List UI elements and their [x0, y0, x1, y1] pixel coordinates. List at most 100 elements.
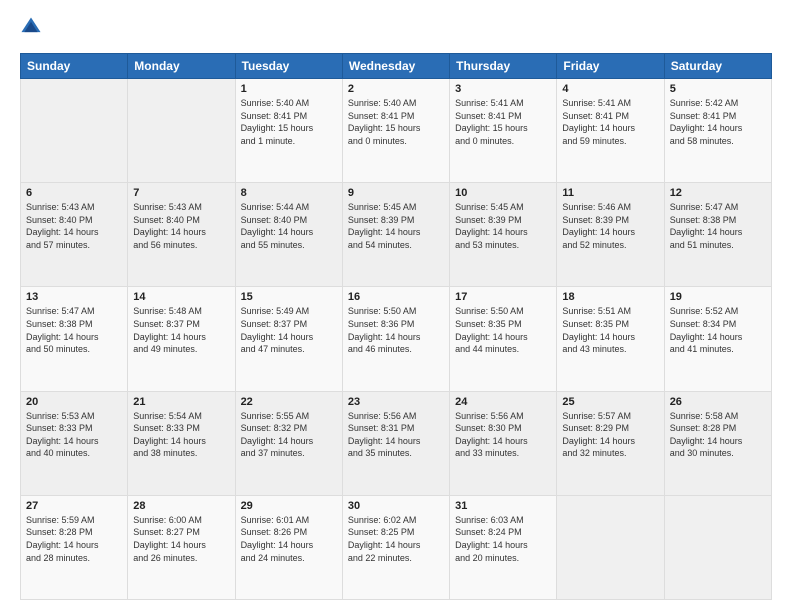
day-info: Sunrise: 5:50 AM Sunset: 8:36 PM Dayligh… — [348, 305, 444, 355]
day-info: Sunrise: 6:03 AM Sunset: 8:24 PM Dayligh… — [455, 514, 551, 564]
day-number: 11 — [562, 187, 658, 199]
day-number: 5 — [670, 83, 766, 95]
day-cell: 17 Sunrise: 5:50 AM Sunset: 8:35 PM Dayli… — [450, 287, 557, 391]
day-header-thursday: Thursday — [450, 54, 557, 79]
day-cell: 12Sunrise: 5:47 AM Sunset: 8:38 PM Dayli… — [664, 183, 771, 287]
day-cell: 6Sunrise: 5:43 AM Sunset: 8:40 PM Daylig… — [21, 183, 128, 287]
day-cell: 25 Sunrise: 5:57 AM Sunset: 8:29 PM Dayli… — [557, 391, 664, 495]
day-cell: 15 Sunrise: 5:49 AM Sunset: 8:37 PM Dayli… — [235, 287, 342, 391]
day-cell: 23 Sunrise: 5:56 AM Sunset: 8:31 PM Dayli… — [342, 391, 449, 495]
day-cell: 2 Sunrise: 5:40 AM Sunset: 8:41 PM Daylig… — [342, 79, 449, 183]
day-number: 26 — [670, 396, 766, 408]
day-number: 25 — [562, 396, 658, 408]
day-cell: 8 Sunrise: 5:44 AM Sunset: 8:40 PM Daylig… — [235, 183, 342, 287]
day-number: 13 — [26, 291, 122, 303]
day-info: Sunrise: 5:41 AM Sunset: 8:41 PM Dayligh… — [455, 97, 551, 147]
day-info: Sunrise: 5:56 AM Sunset: 8:30 PM Dayligh… — [455, 410, 551, 460]
week-row-4: 20Sunrise: 5:53 AM Sunset: 8:33 PM Dayli… — [21, 391, 772, 495]
logo-icon — [20, 16, 42, 38]
day-cell: 27Sunrise: 5:59 AM Sunset: 8:28 PM Dayli… — [21, 495, 128, 599]
day-number: 15 — [241, 291, 337, 303]
day-cell — [664, 495, 771, 599]
day-info: Sunrise: 5:41 AM Sunset: 8:41 PM Dayligh… — [562, 97, 658, 147]
day-cell: 28 Sunrise: 6:00 AM Sunset: 8:27 PM Dayli… — [128, 495, 235, 599]
day-header-wednesday: Wednesday — [342, 54, 449, 79]
day-number: 8 — [241, 187, 337, 199]
day-info: Sunrise: 6:00 AM Sunset: 8:27 PM Dayligh… — [133, 514, 229, 564]
day-info: Sunrise: 5:48 AM Sunset: 8:37 PM Dayligh… — [133, 305, 229, 355]
day-info: Sunrise: 5:46 AM Sunset: 8:39 PM Dayligh… — [562, 201, 658, 251]
week-row-1: 1Sunrise: 5:40 AM Sunset: 8:41 PM Daylig… — [21, 79, 772, 183]
day-cell: 9 Sunrise: 5:45 AM Sunset: 8:39 PM Daylig… — [342, 183, 449, 287]
day-info: Sunrise: 5:45 AM Sunset: 8:39 PM Dayligh… — [455, 201, 551, 251]
day-number: 20 — [26, 396, 122, 408]
day-cell: 21 Sunrise: 5:54 AM Sunset: 8:33 PM Dayli… — [128, 391, 235, 495]
day-info: Sunrise: 6:01 AM Sunset: 8:26 PM Dayligh… — [241, 514, 337, 564]
day-header-sunday: Sunday — [21, 54, 128, 79]
day-cell: 19 Sunrise: 5:52 AM Sunset: 8:34 PM Dayli… — [664, 287, 771, 391]
week-row-2: 6Sunrise: 5:43 AM Sunset: 8:40 PM Daylig… — [21, 183, 772, 287]
day-info: Sunrise: 5:40 AM Sunset: 8:41 PM Dayligh… — [348, 97, 444, 147]
day-cell: 24 Sunrise: 5:56 AM Sunset: 8:30 PM Dayli… — [450, 391, 557, 495]
day-info: Sunrise: 5:45 AM Sunset: 8:39 PM Dayligh… — [348, 201, 444, 251]
day-info: Sunrise: 6:02 AM Sunset: 8:25 PM Dayligh… — [348, 514, 444, 564]
calendar-header-row: SundayMondayTuesdayWednesdayThursdayFrid… — [21, 54, 772, 79]
day-number: 19 — [670, 291, 766, 303]
day-number: 12 — [670, 187, 766, 199]
day-number: 29 — [241, 500, 337, 512]
day-cell: 13 Sunrise: 5:47 AM Sunset: 8:38 PM Dayli… — [21, 287, 128, 391]
day-number: 10 — [455, 187, 551, 199]
header — [20, 16, 772, 43]
day-cell: 10 Sunrise: 5:45 AM Sunset: 8:39 PM Dayli… — [450, 183, 557, 287]
page: SundayMondayTuesdayWednesdayThursdayFrid… — [0, 0, 792, 612]
day-info: Sunrise: 5:54 AM Sunset: 8:33 PM Dayligh… — [133, 410, 229, 460]
day-cell: 4 Sunrise: 5:41 AM Sunset: 8:41 PM Daylig… — [557, 79, 664, 183]
day-number: 30 — [348, 500, 444, 512]
day-number: 21 — [133, 396, 229, 408]
day-header-friday: Friday — [557, 54, 664, 79]
day-number: 27 — [26, 500, 122, 512]
day-info: Sunrise: 5:51 AM Sunset: 8:35 PM Dayligh… — [562, 305, 658, 355]
day-number: 23 — [348, 396, 444, 408]
day-number: 28 — [133, 500, 229, 512]
day-info: Sunrise: 5:49 AM Sunset: 8:37 PM Dayligh… — [241, 305, 337, 355]
day-cell — [128, 79, 235, 183]
day-info: Sunrise: 5:43 AM Sunset: 8:40 PM Dayligh… — [26, 201, 122, 251]
day-info: Sunrise: 5:58 AM Sunset: 8:28 PM Dayligh… — [670, 410, 766, 460]
day-number: 17 — [455, 291, 551, 303]
day-number: 24 — [455, 396, 551, 408]
day-cell: 7 Sunrise: 5:43 AM Sunset: 8:40 PM Daylig… — [128, 183, 235, 287]
day-header-saturday: Saturday — [664, 54, 771, 79]
day-number: 22 — [241, 396, 337, 408]
day-number: 2 — [348, 83, 444, 95]
day-info: Sunrise: 5:47 AM Sunset: 8:38 PM Dayligh… — [26, 305, 122, 355]
day-number: 14 — [133, 291, 229, 303]
day-number: 16 — [348, 291, 444, 303]
day-number: 7 — [133, 187, 229, 199]
day-info: Sunrise: 5:44 AM Sunset: 8:40 PM Dayligh… — [241, 201, 337, 251]
day-number: 4 — [562, 83, 658, 95]
day-cell: 5 Sunrise: 5:42 AM Sunset: 8:41 PM Daylig… — [664, 79, 771, 183]
logo — [20, 16, 46, 43]
day-cell: 11 Sunrise: 5:46 AM Sunset: 8:39 PM Dayli… — [557, 183, 664, 287]
day-info: Sunrise: 5:43 AM Sunset: 8:40 PM Dayligh… — [133, 201, 229, 251]
day-cell: 22Sunrise: 5:55 AM Sunset: 8:32 PM Dayli… — [235, 391, 342, 495]
day-info: Sunrise: 5:52 AM Sunset: 8:34 PM Dayligh… — [670, 305, 766, 355]
day-cell: 20Sunrise: 5:53 AM Sunset: 8:33 PM Dayli… — [21, 391, 128, 495]
day-header-tuesday: Tuesday — [235, 54, 342, 79]
day-info: Sunrise: 5:50 AM Sunset: 8:35 PM Dayligh… — [455, 305, 551, 355]
day-cell: 29 Sunrise: 6:01 AM Sunset: 8:26 PM Dayli… — [235, 495, 342, 599]
day-cell: 18 Sunrise: 5:51 AM Sunset: 8:35 PM Dayli… — [557, 287, 664, 391]
day-number: 18 — [562, 291, 658, 303]
day-cell: 30 Sunrise: 6:02 AM Sunset: 8:25 PM Dayli… — [342, 495, 449, 599]
day-info: Sunrise: 5:42 AM Sunset: 8:41 PM Dayligh… — [670, 97, 766, 147]
day-number: 9 — [348, 187, 444, 199]
day-number: 31 — [455, 500, 551, 512]
day-number: 3 — [455, 83, 551, 95]
calendar-table: SundayMondayTuesdayWednesdayThursdayFrid… — [20, 53, 772, 600]
day-cell: 1Sunrise: 5:40 AM Sunset: 8:41 PM Daylig… — [235, 79, 342, 183]
day-info: Sunrise: 5:56 AM Sunset: 8:31 PM Dayligh… — [348, 410, 444, 460]
day-cell: 3 Sunrise: 5:41 AM Sunset: 8:41 PM Daylig… — [450, 79, 557, 183]
day-info: Sunrise: 5:57 AM Sunset: 8:29 PM Dayligh… — [562, 410, 658, 460]
day-cell: 26 Sunrise: 5:58 AM Sunset: 8:28 PM Dayli… — [664, 391, 771, 495]
